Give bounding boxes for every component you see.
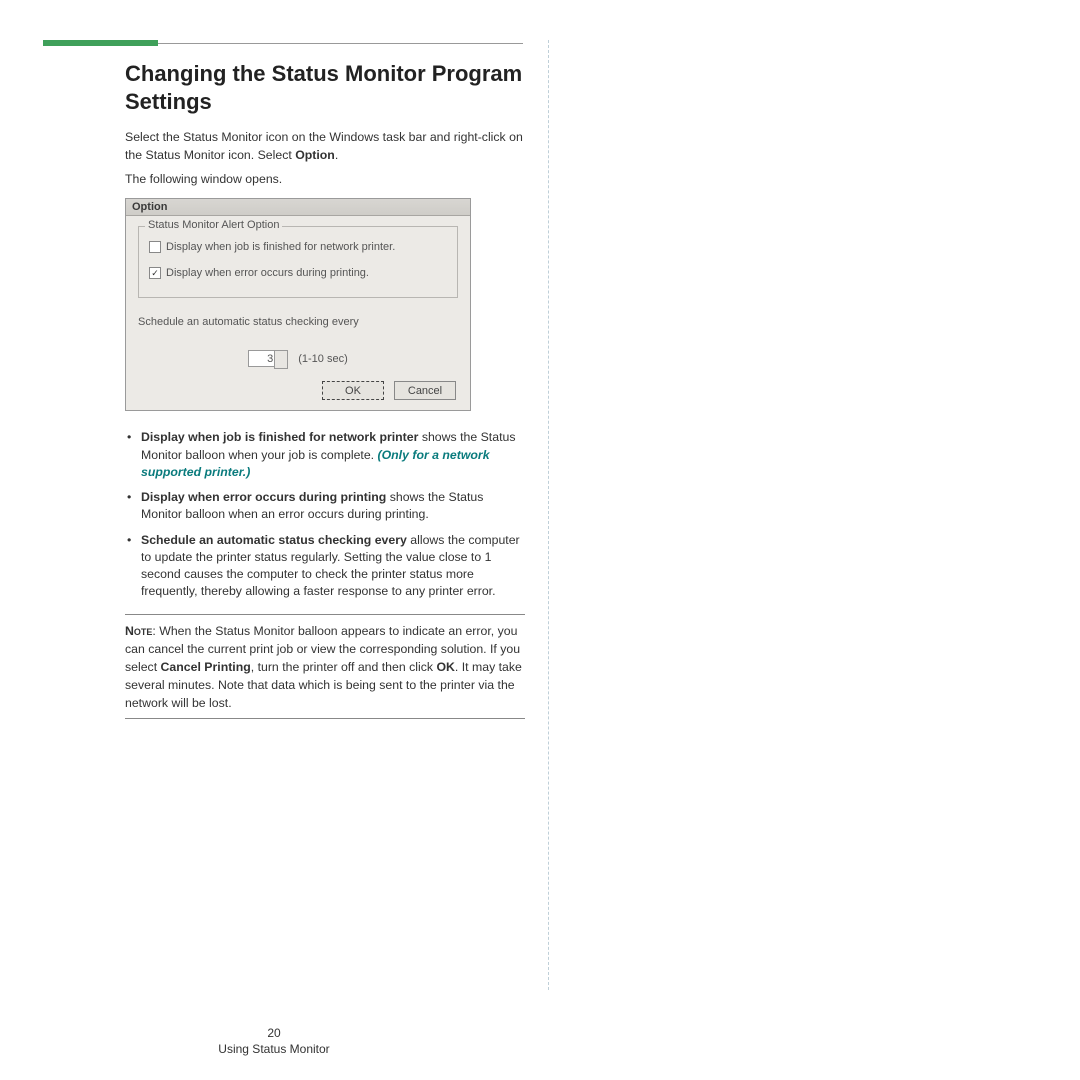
checkbox-row-2[interactable]: ✓ Display when error occurs during print… xyxy=(149,267,449,279)
note-bold-2: OK xyxy=(436,660,454,674)
bullet-1-bold: Display when job is finished for network… xyxy=(141,430,418,444)
option-dialog: Option Status Monitor Alert Option Displ… xyxy=(125,198,471,411)
interval-spinner[interactable]: 3 xyxy=(248,350,276,367)
footer-section: Using Status Monitor xyxy=(218,1042,329,1056)
checkbox-2-label: Display when error occurs during printin… xyxy=(166,267,369,279)
bullet-2: Display when error occurs during printin… xyxy=(125,489,525,523)
intro-bold: Option xyxy=(295,148,335,162)
intro-text-b: . xyxy=(335,148,338,162)
intro-paragraph-2: The following window opens. xyxy=(125,171,525,189)
page-heading: Changing the Status Monitor Program Sett… xyxy=(125,60,525,115)
note-b: , turn the printer off and then click xyxy=(251,660,437,674)
ok-button[interactable]: OK xyxy=(322,381,384,400)
checkbox-1-label: Display when job is finished for network… xyxy=(166,241,395,253)
interval-suffix: (1-10 sec) xyxy=(298,353,348,365)
schedule-row: 3 (1-10 sec) xyxy=(138,350,458,367)
schedule-label: Schedule an automatic status checking ev… xyxy=(138,316,458,328)
note-bold-1: Cancel Printing xyxy=(161,660,251,674)
dialog-titlebar: Option xyxy=(126,199,470,216)
dialog-button-row: OK Cancel xyxy=(138,381,458,400)
note-lead: Note xyxy=(125,624,152,638)
note-rule-top xyxy=(125,614,525,615)
note-block: Note: When the Status Monitor balloon ap… xyxy=(125,623,525,712)
left-column: Changing the Status Monitor Program Sett… xyxy=(125,60,525,727)
alert-option-group: Status Monitor Alert Option Display when… xyxy=(138,226,458,298)
checkbox-row-1[interactable]: Display when job is finished for network… xyxy=(149,241,449,253)
group-legend: Status Monitor Alert Option xyxy=(145,219,282,231)
checkbox-1[interactable] xyxy=(149,241,161,253)
checkbox-2[interactable]: ✓ xyxy=(149,267,161,279)
note-rule-bottom xyxy=(125,718,525,719)
bullet-2-bold: Display when error occurs during printin… xyxy=(141,490,386,504)
top-rule xyxy=(158,43,523,44)
bullet-3-bold: Schedule an automatic status checking ev… xyxy=(141,533,407,547)
bullet-3: Schedule an automatic status checking ev… xyxy=(125,532,525,601)
page-footer: 20 Using Status Monitor xyxy=(0,1026,548,1056)
intro-paragraph: Select the Status Monitor icon on the Wi… xyxy=(125,129,525,165)
dialog-body: Status Monitor Alert Option Display when… xyxy=(126,216,470,410)
bullet-1: Display when job is finished for network… xyxy=(125,429,525,481)
accent-bar xyxy=(43,40,158,46)
column-divider xyxy=(548,40,549,990)
feature-bullets: Display when job is finished for network… xyxy=(125,429,525,600)
cancel-button[interactable]: Cancel xyxy=(394,381,456,400)
page-number: 20 xyxy=(0,1026,548,1040)
